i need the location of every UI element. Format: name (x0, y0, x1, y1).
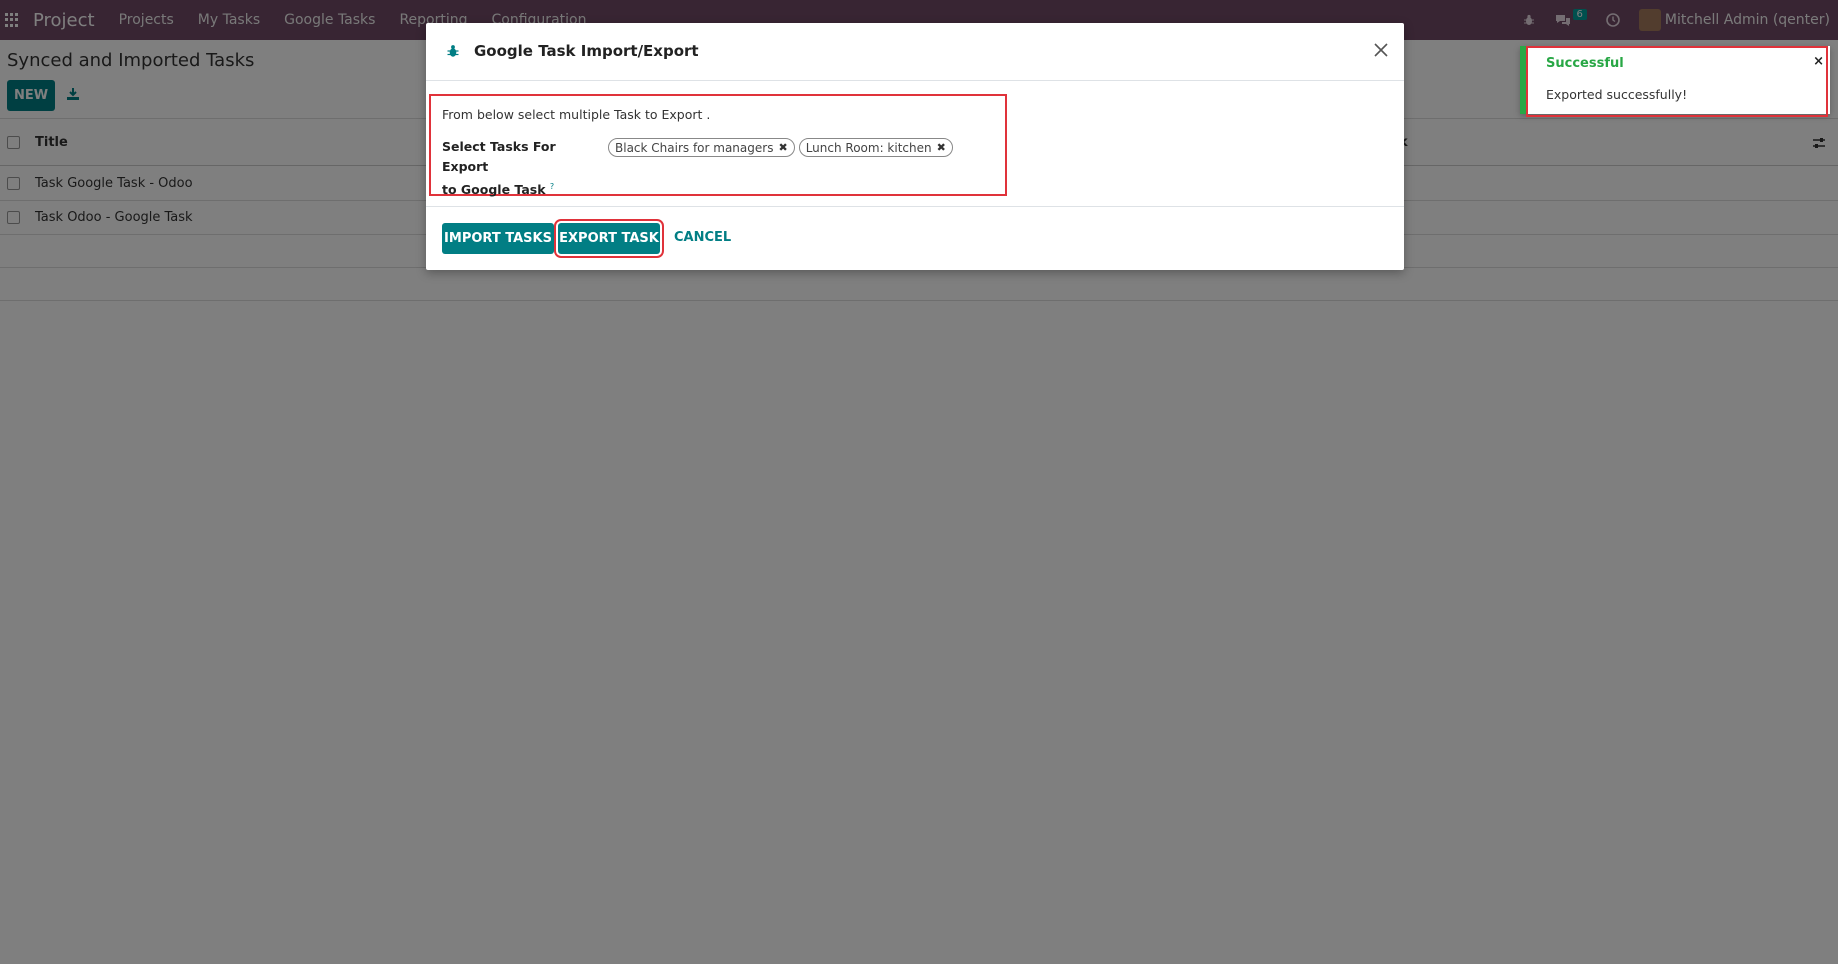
tasks-field-label: Select Tasks For Export to Google Task ? (442, 137, 592, 200)
instruction-text: From below select multiple Task to Expor… (442, 107, 711, 122)
tag-chip: Lunch Room: kitchen ✖ (798, 138, 953, 157)
tag-label: Lunch Room: kitchen (805, 140, 932, 155)
tasks-many2many-tags[interactable]: Black Chairs for managers ✖ Lunch Room: … (608, 138, 953, 157)
tag-label: Black Chairs for managers (615, 140, 774, 155)
export-task-button[interactable]: EXPORT TASK (554, 219, 664, 258)
tag-remove-icon[interactable]: ✖ (778, 141, 787, 154)
import-export-dialog: Google Task Import/Export From below sel… (426, 23, 1404, 270)
dialog-title: Google Task Import/Export (474, 42, 699, 60)
help-tooltip-icon[interactable]: ? (550, 182, 554, 191)
tag-remove-icon[interactable]: ✖ (937, 141, 946, 154)
tag-chip: Black Chairs for managers ✖ (608, 138, 795, 157)
bug-icon (446, 44, 460, 58)
close-icon[interactable] (1372, 41, 1390, 59)
cancel-button[interactable]: CANCEL (674, 230, 731, 245)
highlight-box (1526, 46, 1828, 117)
import-tasks-button[interactable]: IMPORT TASKS (442, 223, 554, 254)
field-label-line1: Select Tasks For Export (442, 139, 556, 174)
dialog-header: Google Task Import/Export (426, 23, 1404, 81)
field-label-line2: to Google Task (442, 182, 546, 198)
